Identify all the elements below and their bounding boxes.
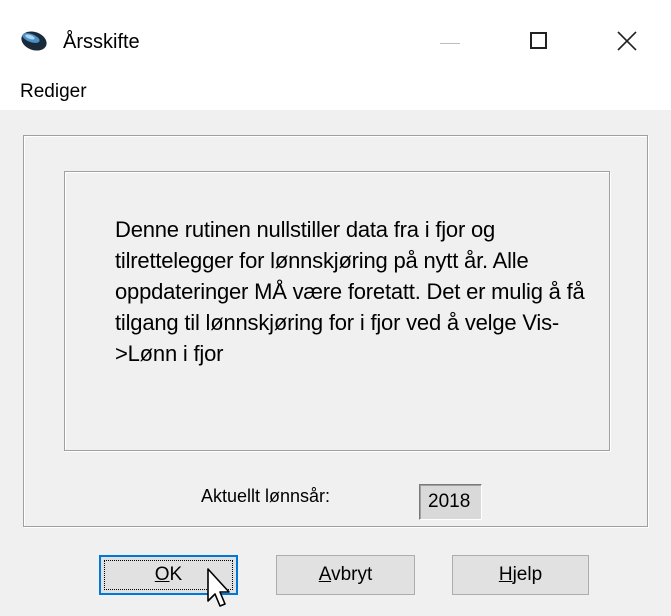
info-message: Denne rutinen nullstiller data fra i fjo… (115, 217, 585, 366)
year-field: 2018 (419, 484, 482, 520)
minimize-button[interactable] (420, 14, 480, 68)
menu-rediger[interactable]: Rediger (20, 79, 87, 105)
cancel-label-rest: vbryt (331, 564, 373, 585)
window-title: Årsskifte (63, 31, 140, 53)
app-logo-icon (21, 31, 47, 51)
dialog-body: Denne rutinen nullstiller data fra i fjo… (0, 110, 671, 616)
menu-bar: Rediger (0, 78, 671, 106)
close-icon (617, 31, 637, 51)
maximize-button[interactable] (510, 14, 570, 68)
help-mnemonic: H (498, 564, 513, 585)
close-button[interactable] (598, 14, 658, 68)
title-bar[interactable]: Årsskifte (0, 0, 671, 78)
cancel-mnemonic: A (318, 564, 332, 585)
year-label: Aktuellt lønnsår: (201, 486, 331, 506)
mouse-cursor-icon (207, 568, 230, 607)
maximize-icon (530, 32, 547, 49)
help-button[interactable]: Hjelp (452, 555, 589, 595)
minimize-icon (440, 43, 460, 44)
outer-group-panel: Denne rutinen nullstiller data fra i fjo… (23, 135, 648, 527)
cancel-button[interactable]: Avbryt (276, 555, 415, 595)
message-panel: Denne rutinen nullstiller data fra i fjo… (64, 171, 610, 451)
help-label-rest: jelp (512, 564, 543, 585)
